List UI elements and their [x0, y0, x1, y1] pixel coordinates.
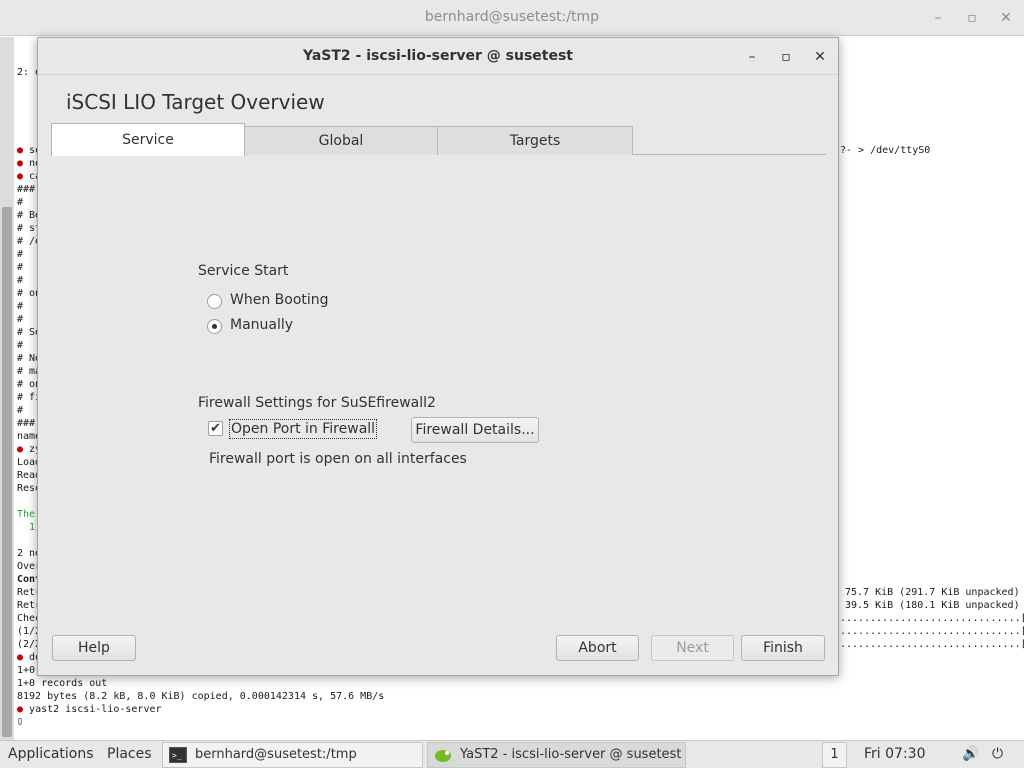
terminal-line: #	[17, 405, 24, 416]
terminal-line: #	[17, 197, 24, 208]
maximize-icon[interactable]: ▫	[776, 47, 796, 67]
tab-service[interactable]: Service	[51, 123, 245, 156]
radio-button[interactable]	[207, 294, 222, 309]
terminal-line: #	[17, 301, 24, 312]
help-button[interactable]: Help	[52, 635, 136, 661]
applications-menu[interactable]: Applications	[8, 741, 94, 768]
terminal-icon: >_	[169, 747, 187, 763]
places-menu[interactable]: Places	[107, 741, 152, 768]
scrollbar-thumb[interactable]	[2, 207, 12, 737]
close-icon[interactable]: ✕	[996, 8, 1016, 28]
terminal-scrollbar[interactable]	[0, 37, 14, 740]
terminal-line: ● yast2 iscsi-lio-server	[17, 704, 162, 715]
terminal-line: 8192 bytes (8.2 kB, 8.0 KiB) copied, 0.0…	[17, 691, 385, 702]
tab-bar: Service Global Targets	[51, 123, 826, 156]
close-icon[interactable]: ✕	[810, 47, 830, 67]
radio-when-booting[interactable]: When Booting	[207, 292, 347, 312]
minimize-icon[interactable]: –	[928, 8, 948, 28]
terminal-line: #	[17, 314, 24, 325]
maximize-icon[interactable]: ▫	[962, 8, 982, 28]
radio-label: When Booting	[230, 292, 329, 308]
terminal-line: #	[17, 340, 24, 351]
terminal-line: ###	[17, 418, 36, 429]
terminal-line: 1+0 records out	[17, 678, 108, 689]
radio-manually[interactable]: Manually	[207, 317, 347, 337]
task-label: YaST2 - iscsi-lio-server @ susetest	[460, 747, 682, 762]
terminal-title: bernhard@susetest:/tmp	[424, 9, 600, 25]
finish-button[interactable]: Finish	[741, 635, 825, 661]
yast-icon	[435, 750, 451, 762]
service-start-label: Service Start	[198, 263, 289, 279]
task-yast[interactable]: YaST2 - iscsi-lio-server @ susetest	[427, 742, 686, 768]
terminal-fragment: 75.7 KiB (291.7 KiB unpacked)	[845, 587, 1020, 598]
checkbox[interactable]: ✔	[208, 421, 223, 436]
terminal-fragment: ..............................[done]	[840, 626, 1024, 637]
bottom-panel: Applications Places >_ bernhard@susetest…	[0, 740, 1024, 768]
terminal-line: The	[17, 509, 36, 520]
power-icon[interactable]: ⏻	[992, 741, 1003, 768]
checkbox-label: Open Port in Firewall	[229, 419, 378, 439]
yast-dialog[interactable]: YaST2 - iscsi-lio-server @ susetest – ▫ …	[37, 37, 839, 676]
next-button[interactable]: Next	[651, 635, 734, 661]
terminal-fragment: 39.5 KiB (180.1 KiB unpacked)	[845, 600, 1020, 611]
svg-text:>_: >_	[172, 751, 182, 760]
radio-label: Manually	[230, 317, 294, 333]
workspace-indicator[interactable]: 1	[822, 742, 847, 768]
dialog-titlebar[interactable]: YaST2 - iscsi-lio-server @ susetest – ▫ …	[38, 38, 838, 75]
terminal-line: ###	[17, 184, 36, 195]
terminal-line: 1+0	[17, 665, 36, 676]
page-title: iSCSI LIO Target Overview	[66, 90, 325, 114]
minimize-icon[interactable]: –	[742, 47, 762, 67]
firewall-status-text: Firewall port is open on all interfaces	[209, 451, 467, 467]
dialog-title: YaST2 - iscsi-lio-server @ susetest	[303, 48, 573, 64]
terminal-line: #	[17, 262, 24, 273]
radio-button[interactable]	[207, 319, 222, 334]
tab-targets[interactable]: Targets	[437, 126, 633, 155]
task-terminal[interactable]: >_ bernhard@susetest:/tmp	[162, 742, 423, 768]
terminal-cursor: ▯	[17, 716, 24, 727]
terminal-line: #	[17, 249, 24, 260]
terminal-line: #	[17, 275, 24, 286]
task-label: bernhard@susetest:/tmp	[195, 747, 357, 762]
abort-button[interactable]: Abort	[556, 635, 639, 661]
terminal-fragment: ..............................[done]	[840, 613, 1024, 624]
firewall-details-button[interactable]: Firewall Details...	[411, 417, 539, 443]
terminal-fragment: ?- > /dev/ttyS0	[840, 145, 931, 156]
tab-global[interactable]: Global	[244, 126, 438, 155]
terminal-fragment: ..............................[done]	[840, 639, 1024, 650]
open-port-checkbox[interactable]: ✔ Open Port in Firewall	[208, 419, 378, 441]
clock[interactable]: Fri 07:30	[864, 741, 925, 768]
firewall-settings-label: Firewall Settings for SuSEfirewall2	[198, 395, 436, 411]
terminal-titlebar[interactable]: bernhard@susetest:/tmp – ▫ ✕	[0, 0, 1024, 36]
volume-icon[interactable]: 🔊	[962, 741, 979, 768]
